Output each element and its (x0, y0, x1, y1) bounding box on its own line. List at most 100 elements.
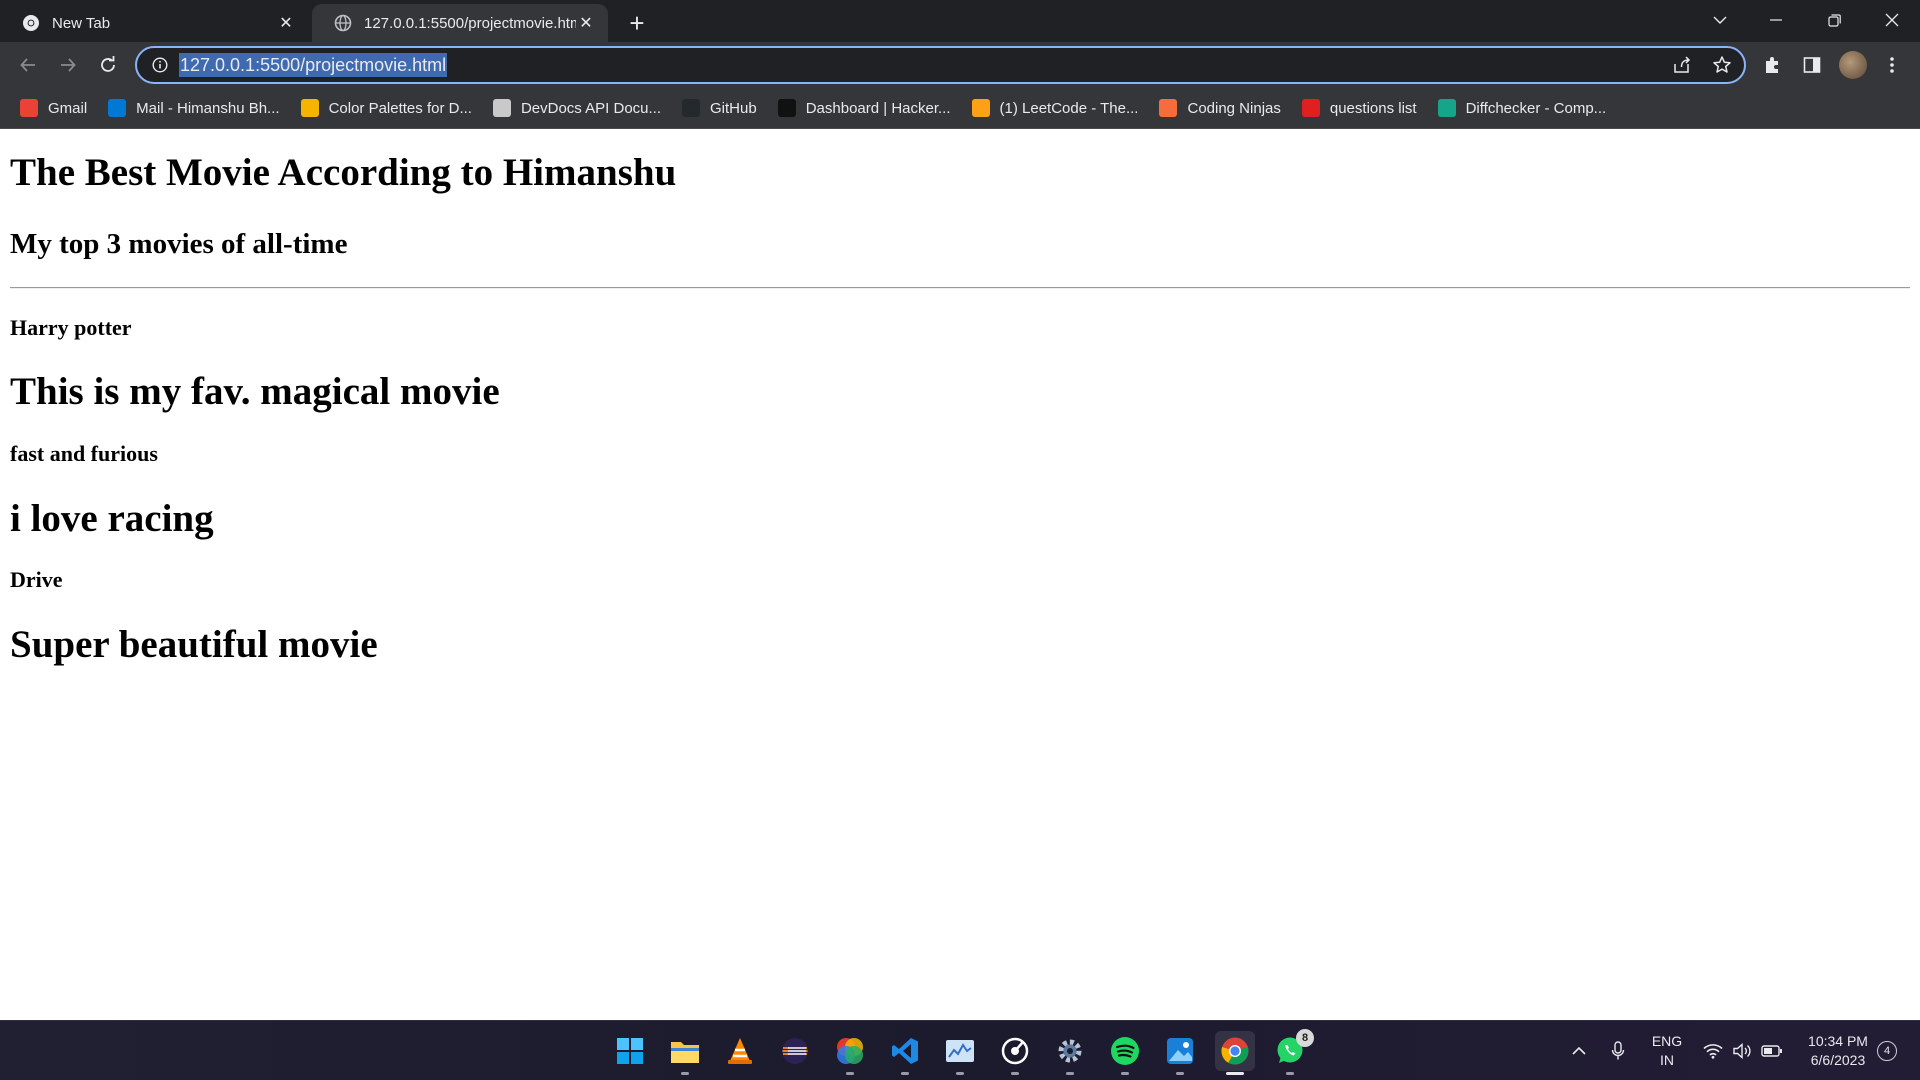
extensions-icon[interactable] (1758, 51, 1786, 79)
vscode-icon[interactable] (885, 1031, 925, 1075)
forward-button[interactable] (52, 49, 84, 81)
clock-time: 10:34 PM (1808, 1033, 1868, 1049)
notification-count: 4 (1877, 1041, 1897, 1061)
side-panel-icon[interactable] (1798, 51, 1826, 79)
back-button[interactable] (12, 49, 44, 81)
media-player-icon[interactable] (995, 1031, 1035, 1075)
notification-center[interactable]: 4 (1874, 1021, 1900, 1080)
bookmark-item[interactable]: Diffchecker - Comp... (1437, 99, 1606, 117)
running-indicator (1286, 1072, 1294, 1075)
tab-new-tab[interactable]: New Tab ✕ (0, 4, 308, 42)
battery-icon[interactable] (1758, 1021, 1786, 1080)
bookmark-item[interactable]: (1) LeetCode - The... (971, 99, 1139, 117)
share-icon[interactable] (1669, 52, 1695, 78)
settings-icon[interactable] (1050, 1031, 1090, 1075)
bookmark-item[interactable]: Dashboard | Hacker... (777, 99, 951, 117)
close-tab-icon[interactable]: ✕ (276, 13, 296, 33)
address-text[interactable]: 127.0.0.1:5500/projectmovie.html (179, 53, 448, 77)
running-indicator (681, 1072, 689, 1075)
movie-name: Harry potter (10, 315, 132, 341)
gmail-icon (20, 99, 38, 117)
movie-description: Super beautiful movie (10, 622, 378, 666)
movie-description: i love racing (10, 496, 214, 540)
chrome-icon (22, 14, 40, 32)
bookmark-item[interactable]: Coding Ninjas (1159, 99, 1281, 117)
palette-icon (300, 99, 319, 117)
movie-name: Drive (10, 567, 63, 593)
wifi-icon[interactable] (1700, 1021, 1726, 1080)
bookmark-label: Coding Ninjas (1187, 99, 1281, 117)
show-hidden-icons-icon[interactable] (1567, 1021, 1591, 1080)
reload-button[interactable] (92, 49, 124, 81)
github-icon (682, 99, 701, 117)
clock-date: 6/6/2023 (1810, 1052, 1866, 1068)
language-indicator[interactable]: ENG IN (1645, 1021, 1689, 1080)
vlc-icon[interactable] (720, 1031, 760, 1071)
outlook-icon (108, 99, 127, 117)
photos-icon[interactable] (1160, 1031, 1200, 1075)
movie-description: This is my fav. magical movie (10, 370, 500, 414)
tab-title: New Tab (52, 14, 111, 32)
running-indicator (901, 1072, 909, 1075)
address-bar[interactable]: 127.0.0.1:5500/projectmovie.html (135, 46, 1746, 84)
tab-search-icon[interactable] (1692, 0, 1748, 40)
running-indicator (846, 1072, 854, 1075)
bookmark-label: (1) LeetCode - The... (999, 99, 1139, 117)
bookmark-label: questions list (1329, 99, 1417, 117)
movie-item: Harry potter This is my fav. magical mov… (10, 315, 1910, 415)
clock[interactable]: 10:34 PM 6/6/2023 (1795, 1021, 1881, 1080)
task-manager-icon[interactable] (940, 1031, 980, 1075)
bookmark-label: GitHub (710, 99, 757, 117)
leetcode-icon (971, 99, 990, 117)
new-tab-button[interactable]: + (622, 8, 652, 38)
close-tab-icon[interactable]: ✕ (576, 13, 596, 33)
movie-item: Drive Super beautiful movie (10, 567, 1910, 667)
spotify-icon[interactable] (1105, 1031, 1145, 1075)
whatsapp-icon[interactable]: 8 (1270, 1029, 1314, 1075)
chrome-taskbar-icon[interactable] (1215, 1031, 1255, 1075)
start-icon[interactable] (610, 1031, 650, 1071)
language-code: ENG (1651, 1033, 1683, 1049)
bookmark-item[interactable]: Color Palettes for D... (300, 99, 472, 117)
globe-icon (334, 14, 352, 32)
bookmark-item[interactable]: Mail - Himanshu Bh... (108, 99, 280, 117)
language-region: IN (1660, 1052, 1674, 1068)
bookmark-item[interactable]: Gmail (20, 99, 87, 117)
profile-avatar[interactable] (1839, 51, 1867, 79)
hackerrank-icon (777, 99, 796, 117)
file-explorer-icon[interactable] (665, 1031, 705, 1075)
running-indicator (1176, 1072, 1184, 1075)
diffchecker-icon (1437, 99, 1456, 117)
windows-taskbar: 8 ENG IN 10:34 PM 6/6/2023 4 (0, 1020, 1920, 1080)
eclipse-icon[interactable] (775, 1031, 815, 1071)
page-subtitle: My top 3 movies of all-time (10, 227, 348, 260)
bookmark-label: Color Palettes for D... (328, 99, 472, 117)
running-indicator (1066, 1072, 1074, 1075)
minimize-button[interactable] (1748, 0, 1804, 40)
microphone-icon[interactable] (1605, 1021, 1631, 1080)
web-page: The Best Movie According to Himanshu My … (0, 129, 1920, 1020)
running-indicator (1121, 1072, 1129, 1075)
bookmarks-bar: Gmail Mail - Himanshu Bh... Color Palettes… (0, 88, 1920, 129)
whatsapp-badge: 8 (1296, 1029, 1314, 1047)
page-title: The Best Movie According to Himanshu (10, 151, 677, 194)
bookmark-item[interactable]: GitHub (682, 99, 757, 117)
bookmark-label: DevDocs API Docu... (520, 99, 662, 117)
volume-icon[interactable] (1729, 1021, 1755, 1080)
bookmark-item[interactable]: questions list (1301, 99, 1417, 117)
close-window-button[interactable] (1864, 0, 1920, 40)
bookmark-star-icon[interactable] (1709, 52, 1735, 78)
site-info-icon[interactable] (151, 56, 169, 74)
tuf-icon (1301, 99, 1320, 117)
bookmark-item[interactable]: DevDocs API Docu... (492, 99, 662, 117)
browser-toolbar: 127.0.0.1:5500/projectmovie.html (0, 42, 1920, 88)
color-wheel-icon[interactable] (830, 1031, 870, 1075)
devdocs-icon (492, 99, 511, 117)
restore-button[interactable] (1806, 0, 1862, 40)
bookmark-label: Gmail (48, 99, 88, 117)
chrome-menu-icon[interactable] (1878, 51, 1906, 79)
running-indicator (1011, 1072, 1019, 1075)
tab-projectmovie[interactable]: 127.0.0.1:5500/projectmovie.html ✕ (312, 4, 608, 42)
codingninjas-icon (1159, 99, 1178, 117)
tab-title: 127.0.0.1:5500/projectmovie.html (364, 14, 576, 32)
